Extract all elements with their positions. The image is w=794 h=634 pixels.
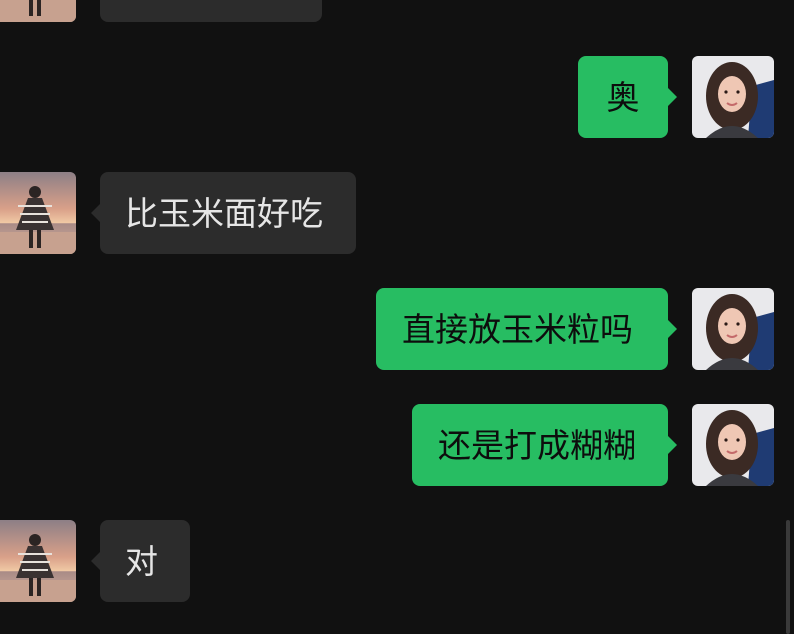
message-text: 对 [125, 541, 158, 581]
message-text: 还是打成糊糊 [438, 425, 636, 465]
message-text: 比玉米面好吃 [125, 193, 323, 233]
message-text: 直接放玉米粒吗 [402, 309, 633, 349]
message-bubble-incoming[interactable] [100, 0, 322, 22]
message-bubble-outgoing[interactable]: 奥 [578, 56, 677, 138]
scrollbar[interactable] [786, 520, 790, 634]
chat-window: 奥 比玉米面好吃 直接放玉米粒吗 还是打成糊糊 对 [0, 0, 794, 634]
user-avatar-icon[interactable] [692, 288, 774, 370]
contact-avatar-icon[interactable] [0, 0, 76, 22]
user-avatar-icon[interactable] [692, 56, 774, 138]
contact-avatar-icon[interactable] [0, 172, 76, 254]
contact-avatar-icon[interactable] [0, 520, 76, 602]
user-avatar-icon[interactable] [692, 404, 774, 486]
message-bubble-incoming[interactable]: 比玉米面好吃 [91, 172, 356, 254]
message-bubble-incoming[interactable]: 对 [91, 520, 190, 602]
message-bubble-outgoing[interactable]: 直接放玉米粒吗 [376, 288, 677, 370]
message-bubble-outgoing[interactable]: 还是打成糊糊 [412, 404, 677, 486]
message-text: 奥 [606, 77, 640, 117]
